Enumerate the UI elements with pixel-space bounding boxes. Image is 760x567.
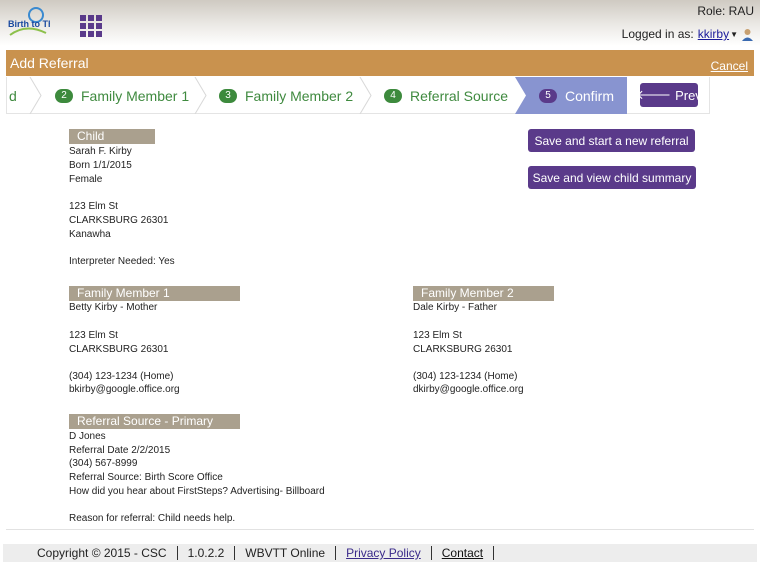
user-icon[interactable] xyxy=(741,28,754,41)
prev-button[interactable]: 🡐 Prev xyxy=(636,83,702,107)
chevron-down-icon[interactable]: ▼ xyxy=(730,30,738,39)
referral-source-header: Referral Source - Primary xyxy=(69,414,240,429)
version: 1.0.2.2 xyxy=(178,546,236,560)
fm2-email: dkirby@google.office.org xyxy=(413,384,524,395)
fm2-street: 123 Elm St xyxy=(413,330,462,341)
referral-name: D Jones xyxy=(69,431,106,442)
step-chevron-icon xyxy=(359,77,372,114)
child-name: Sarah F. Kirby xyxy=(69,146,132,157)
fm1-phone: (304) 123-1234 (Home) xyxy=(69,371,174,382)
step-chevron-icon xyxy=(194,77,207,114)
step-chevron-icon xyxy=(29,77,42,114)
page-title-bar: Add Referral Cancel xyxy=(6,50,754,76)
cancel-link[interactable]: Cancel xyxy=(711,59,748,73)
wizard-step-family-member-1[interactable]: 2 Family Member 1 xyxy=(55,77,205,114)
fm1-name: Betty Kirby - Mother xyxy=(69,302,158,313)
step-number: 5 xyxy=(539,88,557,103)
content-divider xyxy=(6,529,754,530)
copyright: Copyright © 2015 - CSC xyxy=(3,546,178,560)
family-member-2-header: Family Member 2 xyxy=(413,286,554,301)
wizard-steps: d 2 Family Member 1 3 Family Member 2 4 … xyxy=(6,77,710,114)
wizard-step-family-member-2[interactable]: 3 Family Member 2 xyxy=(219,77,369,114)
prev-button-label: Prev xyxy=(675,87,702,103)
child-sex: Female xyxy=(69,174,103,185)
referral-heard: How did you hear about FirstSteps? Adver… xyxy=(69,486,325,497)
logo-text-birth: Birth to Three xyxy=(8,19,50,29)
fm1-email: bkirby@google.office.org xyxy=(69,384,180,395)
logged-in-info: Logged in as: kkirby ▼ xyxy=(622,27,754,41)
app-name: WBVTT Online xyxy=(235,546,337,560)
top-header: Birth to Three Role: RAU Logged in as: k… xyxy=(0,0,760,46)
step-number: 4 xyxy=(384,88,402,103)
wizard-step-label: d xyxy=(9,87,17,104)
wizard-step-label: Confirm xyxy=(565,87,615,104)
family-member-1-header: Family Member 1 xyxy=(69,286,240,301)
step-number: 3 xyxy=(219,88,237,103)
footer: Copyright © 2015 - CSC 1.0.2.2 WBVTT Onl… xyxy=(3,544,757,562)
child-born: Born 1/1/2015 xyxy=(69,160,132,171)
child-interpreter: Interpreter Needed: Yes xyxy=(69,256,175,267)
step-number: 2 xyxy=(55,88,73,103)
apps-grid-icon[interactable] xyxy=(80,15,102,37)
child-county: Kanawha xyxy=(69,229,111,240)
fm1-city: CLARKSBURG 26301 xyxy=(69,344,169,355)
fm2-name: Dale Kirby - Father xyxy=(413,302,497,313)
fm1-street: 123 Elm St xyxy=(69,330,118,341)
referral-date: Referral Date 2/2/2015 xyxy=(69,445,171,456)
save-new-referral-button[interactable]: Save and start a new referral xyxy=(528,129,695,152)
wizard-step-label: Family Member 2 xyxy=(245,87,354,104)
save-view-summary-button[interactable]: Save and view child summary xyxy=(528,166,696,189)
child-street: 123 Elm St xyxy=(69,201,118,212)
wizard-step-confirm[interactable]: 5 Confirm xyxy=(539,77,629,114)
fm2-phone: (304) 123-1234 (Home) xyxy=(413,371,518,382)
referral-source: Referral Source: Birth Score Office xyxy=(69,472,223,483)
wizard-step-label: Referral Source xyxy=(410,87,509,104)
birth-to-three-logo[interactable]: Birth to Three xyxy=(6,5,50,41)
role-label: Role: RAU xyxy=(697,4,754,18)
referral-reason: Reason for referral: Child needs help. xyxy=(69,513,236,524)
fm2-city: CLARKSBURG 26301 xyxy=(413,344,513,355)
logged-in-label: Logged in as: xyxy=(621,27,694,41)
username-link[interactable]: kkirby xyxy=(698,27,729,41)
contact-link[interactable]: Contact xyxy=(442,546,483,560)
wizard-step-referral-source[interactable]: 4 Referral Source xyxy=(384,77,524,114)
child-section-header: Child xyxy=(69,129,155,144)
wizard-step-label: Family Member 1 xyxy=(81,87,190,104)
arrow-left-icon: 🡐 xyxy=(636,87,672,102)
referral-phone: (304) 567-8999 xyxy=(69,458,138,469)
page-title: Add Referral xyxy=(10,55,89,71)
child-city: CLARKSBURG 26301 xyxy=(69,215,169,226)
privacy-policy-link[interactable]: Privacy Policy xyxy=(346,546,421,560)
